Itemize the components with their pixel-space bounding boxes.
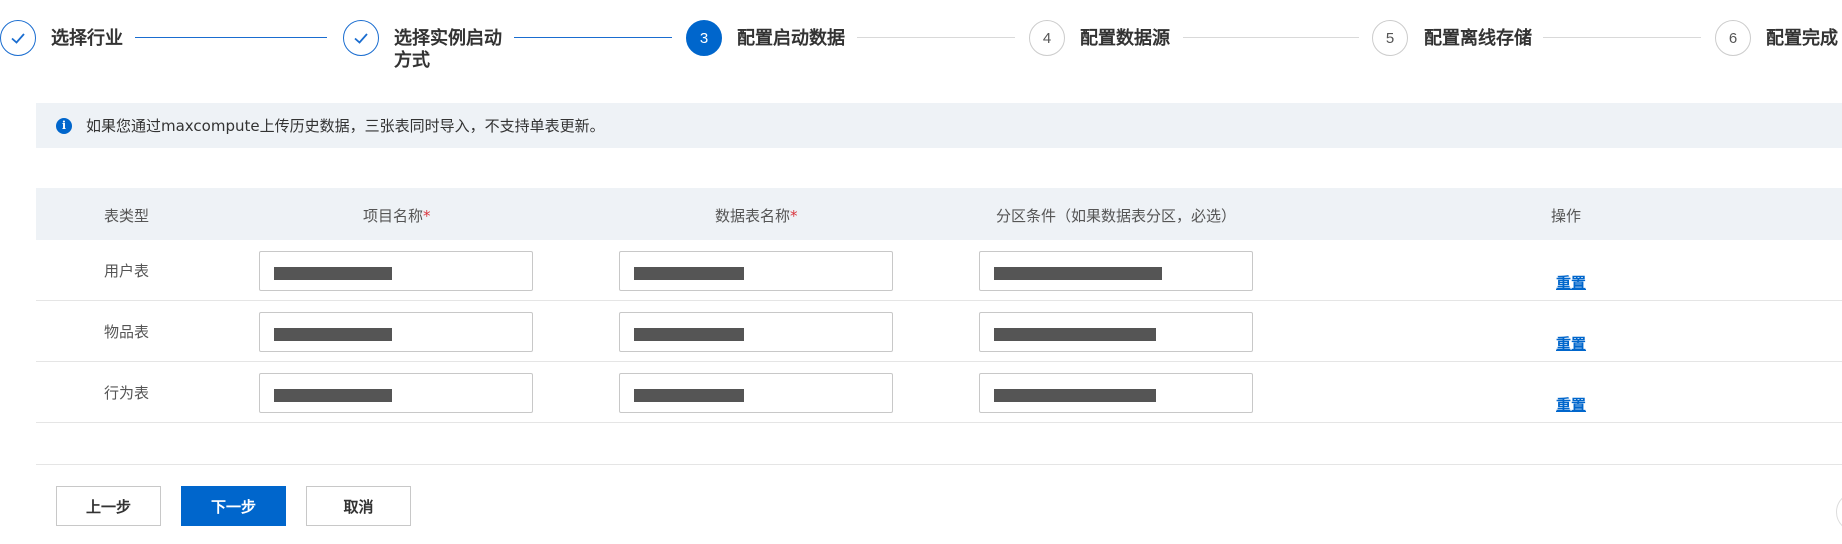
project-name-input[interactable] <box>259 251 533 291</box>
reset-link[interactable]: 重置 <box>1556 333 1586 354</box>
step-4-circle: 4 <box>1029 20 1065 56</box>
header-project-text: 项目名称 <box>363 207 424 225</box>
redacted-value <box>994 389 1156 402</box>
step-connector <box>1183 37 1359 38</box>
header-project: 项目名称* <box>363 205 431 226</box>
data-config-table: 表类型 项目名称* 数据表名称* 分区条件（如果数据表分区，必选） 操作 用户表… <box>36 188 1842 423</box>
step-2-label-line2: 方式 <box>394 50 430 71</box>
header-action: 操作 <box>1551 207 1582 225</box>
required-mark: * <box>423 207 431 225</box>
step-connector <box>135 37 327 38</box>
project-name-input[interactable] <box>259 312 533 352</box>
header-table-name: 数据表名称* <box>715 205 798 226</box>
header-type: 表类型 <box>104 207 150 225</box>
step-5-label: 配置离线存储 <box>1424 28 1532 49</box>
row-type-label: 用户表 <box>104 262 150 280</box>
redacted-value <box>634 328 744 341</box>
table-name-input[interactable] <box>619 312 893 352</box>
step-1-check-icon <box>0 20 36 56</box>
partition-input[interactable] <box>979 312 1253 352</box>
step-connector <box>514 37 672 38</box>
step-4-label: 配置数据源 <box>1080 28 1170 49</box>
table-header: 表类型 项目名称* 数据表名称* 分区条件（如果数据表分区，必选） 操作 <box>36 188 1842 240</box>
step-connector <box>857 37 1015 38</box>
table-name-input[interactable] <box>619 373 893 413</box>
info-notice: i 如果您通过maxcompute上传历史数据，三张表同时导入，不支持单表更新。 <box>36 103 1842 148</box>
redacted-value <box>994 328 1156 341</box>
step-2-label: 选择实例启动 方式 <box>394 28 502 72</box>
redacted-value <box>634 267 744 280</box>
reset-link[interactable]: 重置 <box>1556 272 1586 293</box>
floating-help-button[interactable] <box>1836 492 1842 532</box>
step-2-check-icon <box>343 20 379 56</box>
step-connector <box>1543 37 1701 38</box>
step-3-circle: 3 <box>686 20 722 56</box>
step-5-circle: 5 <box>1372 20 1408 56</box>
step-3-label: 配置启动数据 <box>737 28 845 49</box>
step-1-label: 选择行业 <box>51 28 123 49</box>
next-step-button[interactable]: 下一步 <box>181 486 286 526</box>
reset-link[interactable]: 重置 <box>1556 394 1586 415</box>
table-name-input[interactable] <box>619 251 893 291</box>
header-table-name-text: 数据表名称 <box>715 207 791 225</box>
step-2-label-line1: 选择实例启动 <box>394 28 502 49</box>
redacted-value <box>274 267 392 280</box>
step-6-label: 配置完成 <box>1766 28 1838 49</box>
redacted-value <box>634 389 744 402</box>
required-mark: * <box>790 207 798 225</box>
table-row: 行为表 重置 <box>36 362 1842 423</box>
step-6-circle: 6 <box>1715 20 1751 56</box>
redacted-value <box>274 328 392 341</box>
notice-text: 如果您通过maxcompute上传历史数据，三张表同时导入，不支持单表更新。 <box>86 117 605 135</box>
cancel-button[interactable]: 取消 <box>306 486 411 526</box>
divider <box>36 464 1842 465</box>
info-icon: i <box>56 117 72 134</box>
redacted-value <box>274 389 392 402</box>
prev-step-button[interactable]: 上一步 <box>56 486 161 526</box>
table-row: 用户表 重置 <box>36 240 1842 301</box>
partition-input[interactable] <box>979 373 1253 413</box>
progress-steps: 选择行业 选择实例启动 方式 3 配置启动数据 4 配置数据源 5 配置离线存储… <box>0 0 1842 90</box>
row-type-label: 行为表 <box>104 384 150 402</box>
redacted-value <box>994 267 1162 280</box>
header-partition: 分区条件（如果数据表分区，必选） <box>996 207 1237 225</box>
partition-input[interactable] <box>979 251 1253 291</box>
table-row: 物品表 重置 <box>36 301 1842 362</box>
project-name-input[interactable] <box>259 373 533 413</box>
row-type-label: 物品表 <box>104 323 150 341</box>
